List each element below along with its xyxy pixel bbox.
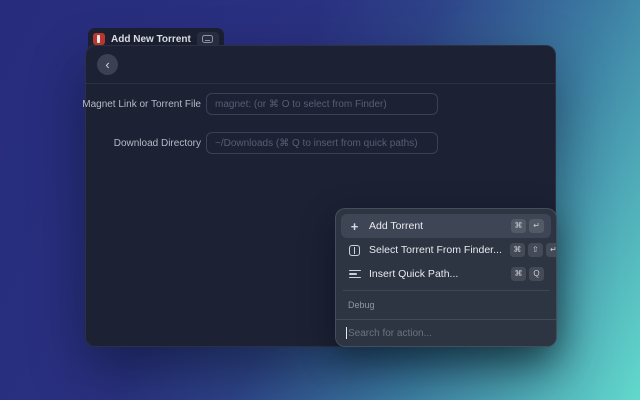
- cmd-key: ⌘: [511, 267, 526, 281]
- return-key: ↵: [546, 243, 556, 257]
- finder-icon: [348, 245, 361, 256]
- directory-field-label: Download Directory: [97, 138, 201, 149]
- action-search-input[interactable]: [348, 328, 546, 339]
- action-panel: + Add Torrent ⌘ ↵ Select Torrent From Fi…: [335, 208, 557, 347]
- transmission-app-icon: [93, 33, 105, 45]
- action-add-torrent[interactable]: + Add Torrent ⌘ ↵: [341, 214, 551, 238]
- shortcut-keys: ⌘ Q: [511, 267, 544, 281]
- download-directory-input[interactable]: [206, 132, 438, 154]
- shortcut-keys: ⌘ ⇧ ↵: [510, 243, 556, 257]
- action-list: + Add Torrent ⌘ ↵ Select Torrent From Fi…: [336, 209, 556, 321]
- list-icon: [348, 270, 361, 279]
- cmd-key: ⌘: [510, 243, 525, 257]
- back-button[interactable]: ‹: [97, 54, 118, 75]
- magnet-link-input[interactable]: [206, 93, 438, 115]
- panel-divider: [343, 290, 549, 291]
- magnet-field-label: Magnet Link or Torrent File: [97, 99, 201, 110]
- action-search-bar: [336, 319, 556, 346]
- text-cursor: [346, 327, 347, 339]
- window-mode-icon: [202, 35, 213, 43]
- action-select-from-finder[interactable]: Select Torrent From Finder... ⌘ ⇧ ↵: [341, 238, 551, 262]
- cmd-key: ⌘: [511, 219, 526, 233]
- plus-icon: +: [348, 220, 361, 233]
- q-key: Q: [529, 267, 544, 281]
- debug-section-header: Debug: [341, 295, 551, 314]
- shift-key: ⇧: [528, 243, 543, 257]
- window-header: ‹: [86, 46, 555, 84]
- shortcut-keys: ⌘ ↵: [511, 219, 544, 233]
- return-key: ↵: [529, 219, 544, 233]
- action-insert-quick-path[interactable]: Insert Quick Path... ⌘ Q: [341, 262, 551, 286]
- tab-title: Add New Torrent: [111, 34, 191, 45]
